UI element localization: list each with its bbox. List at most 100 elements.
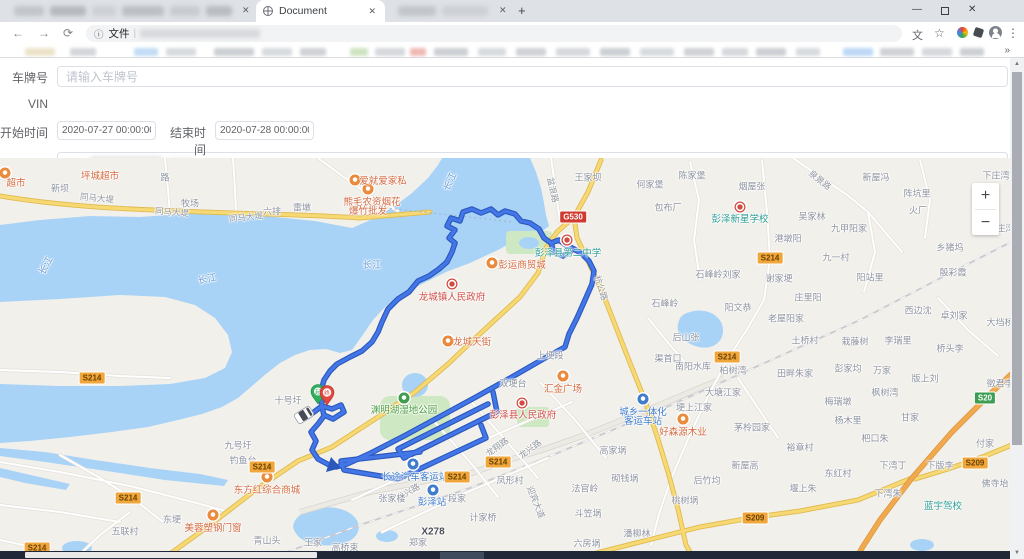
map-label: 庄里阳 <box>794 291 821 304</box>
map-label: 陈家堡 <box>678 169 705 182</box>
bookmark-star-icon[interactable]: ☆ <box>934 26 945 40</box>
vertical-scrollbar[interactable]: ▲ ▼ <box>1010 58 1024 559</box>
shop-poi-icon[interactable] <box>350 175 361 186</box>
taskbar-strip <box>0 551 1010 559</box>
new-tab-button[interactable]: + <box>518 3 526 18</box>
map-label: 下湾丁 <box>879 459 906 472</box>
blurred-bookmark[interactable] <box>796 48 820 56</box>
bookmarks-overflow-icon[interactable]: » <box>1004 45 1010 56</box>
map-label: 土桥村 <box>791 334 818 347</box>
blurred-bookmark[interactable] <box>214 48 254 56</box>
park-poi-icon[interactable] <box>399 393 410 404</box>
bus-poi-icon[interactable] <box>408 459 419 470</box>
map-label: 彭家均 <box>834 362 861 375</box>
blurred-bookmark[interactable] <box>843 48 873 56</box>
blurred-bookmark[interactable] <box>70 48 96 56</box>
blurred-bookmark[interactable] <box>300 48 326 56</box>
blurred-bookmark[interactable] <box>375 48 405 56</box>
blurred-bookmark[interactable] <box>434 48 468 56</box>
map-label: 泉景路 <box>806 167 833 192</box>
blurred-bookmark[interactable] <box>410 48 426 56</box>
map-label: 桃树埚 <box>671 494 698 507</box>
blurred-bookmark[interactable] <box>25 48 55 56</box>
blurred-bookmark[interactable] <box>166 48 196 56</box>
url-separator: | <box>134 28 137 39</box>
blurred-bookmark[interactable] <box>756 48 786 56</box>
end-time-input[interactable] <box>215 121 314 140</box>
profile-color-icon[interactable] <box>957 27 968 38</box>
gov-poi-icon[interactable] <box>517 398 528 409</box>
url-scheme: 文件 <box>109 26 130 41</box>
blurred-bookmark[interactable] <box>880 48 914 56</box>
browser-tab-active[interactable]: Document ✕ <box>256 0 385 22</box>
bus-poi-icon[interactable] <box>638 394 649 405</box>
map-label: 王家 <box>304 536 322 549</box>
train-poi-icon[interactable] <box>428 485 439 496</box>
blurred-bookmark[interactable] <box>262 48 292 56</box>
plate-input[interactable] <box>57 66 1008 87</box>
shop-poi-icon[interactable] <box>558 371 569 382</box>
road-badge: S214 <box>757 252 784 265</box>
shop-poi-icon[interactable] <box>678 414 689 425</box>
close-tab-icon[interactable]: ✕ <box>240 5 252 16</box>
blurred-bookmark[interactable] <box>684 48 714 56</box>
map-label: 付家 <box>976 437 994 450</box>
shop-poi-icon[interactable] <box>363 184 374 195</box>
tab-title: Document <box>279 5 366 17</box>
shop-poi-icon[interactable] <box>487 258 498 269</box>
close-tab-icon[interactable]: ✕ <box>366 6 378 17</box>
map-label: 龙兴路 <box>516 437 544 462</box>
map-canvas[interactable]: 起 终 长江长江长江长江同马大堤同马大堤同马大堤盆浪路泉景路杭公路龙翔路龙兴路龙… <box>0 158 1010 552</box>
zoom-in-button[interactable]: + <box>972 183 999 209</box>
taskbar-item[interactable] <box>440 552 484 559</box>
shop-poi-icon[interactable] <box>443 336 454 347</box>
address-bar[interactable]: ⓘ 文件 | <box>86 25 902 42</box>
scroll-down-icon[interactable]: ▼ <box>1010 550 1024 556</box>
map-label: 东红村 <box>824 467 851 480</box>
minimize-window-icon[interactable]: — <box>912 4 922 16</box>
forward-icon[interactable]: → <box>38 26 50 40</box>
blurred-bookmark[interactable] <box>922 48 952 56</box>
map-label: 西边沈 <box>904 304 931 317</box>
taskbar-item[interactable] <box>25 552 317 558</box>
blurred-bookmark[interactable] <box>600 48 630 56</box>
shop-poi-icon[interactable] <box>208 510 219 521</box>
gov-poi-icon[interactable] <box>447 279 458 290</box>
map-label: 火厂 <box>909 204 927 217</box>
map-label: 南阳水库 <box>675 360 711 373</box>
back-icon[interactable]: ← <box>12 26 24 40</box>
scroll-up-icon[interactable]: ▲ <box>1010 61 1024 67</box>
blurred-bookmark[interactable] <box>722 48 748 56</box>
translate-icon[interactable]: 文 <box>912 27 923 43</box>
reload-icon[interactable]: ⟳ <box>63 26 73 40</box>
shop-poi-icon[interactable] <box>0 168 11 179</box>
blurred-bookmark[interactable] <box>350 48 368 56</box>
maximize-window-icon[interactable] <box>941 7 949 15</box>
map-label: 彭泽站 <box>418 494 447 508</box>
blurred-bookmark[interactable] <box>478 48 506 56</box>
close-tab-icon[interactable]: ✕ <box>497 5 509 16</box>
blurred-bookmark[interactable] <box>640 48 674 56</box>
avatar[interactable] <box>989 26 1002 39</box>
zoom-out-button[interactable]: − <box>972 210 999 236</box>
map-label: 徵君李 <box>986 377 1010 390</box>
blurred-bookmark[interactable] <box>134 48 158 56</box>
map-label: X278 <box>421 527 444 538</box>
page-info-icon[interactable]: ⓘ <box>94 27 104 41</box>
blurred-tab-text <box>14 6 44 16</box>
blurred-tab-text <box>50 6 86 16</box>
close-window-icon[interactable]: ✕ <box>968 4 976 16</box>
scrollbar-thumb[interactable] <box>1012 72 1022 445</box>
blurred-bookmark[interactable] <box>960 48 984 56</box>
menu-dots-icon[interactable]: ⋮ <box>1007 26 1019 40</box>
road-badge: S214 <box>79 372 106 385</box>
blurred-bookmark[interactable] <box>556 48 590 56</box>
road-badge: S214 <box>444 471 471 484</box>
start-time-input[interactable] <box>57 121 156 140</box>
school-poi-icon[interactable] <box>735 202 746 213</box>
school-poi-icon[interactable] <box>562 235 573 246</box>
blurred-tab-text <box>442 6 488 16</box>
road-badge: S214 <box>714 351 741 364</box>
map-label: 高家埚 <box>599 444 626 457</box>
blurred-bookmark[interactable] <box>516 48 546 56</box>
